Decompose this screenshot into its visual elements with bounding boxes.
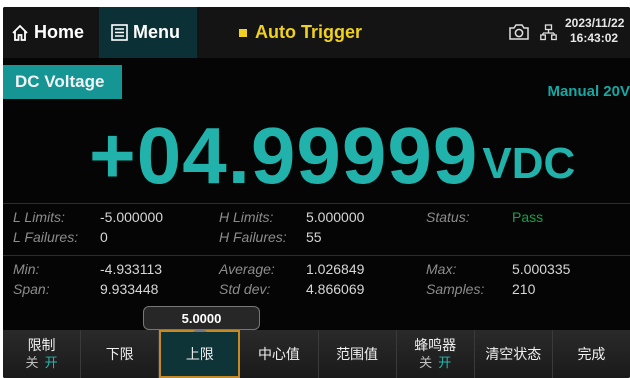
home-tab[interactable]: Home — [3, 7, 99, 58]
max-label: Max: — [426, 261, 457, 277]
stddev-value: 4.866069 — [306, 281, 365, 297]
softkey-clear-status[interactable]: 清空状态 — [474, 330, 553, 378]
max-value: 5.000335 — [512, 261, 571, 277]
softkey-lower-limit[interactable]: 下限 — [81, 330, 160, 378]
toggle-off-label: 关 — [419, 355, 433, 370]
softkey-bar: 限制 关开 下限 上限 中心值 范围值 蜂鸣器 关开 清空状态 完成 — [3, 325, 630, 378]
samples-value: 210 — [512, 281, 536, 297]
softkey-label: 上限 — [185, 346, 214, 362]
softkey-label: 完成 — [577, 346, 606, 362]
average-value: 1.026849 — [306, 261, 365, 277]
statistics-row: Min: Span: -4.933113 9.933448 Average: S… — [3, 255, 630, 304]
date-text: 2023/11/22 — [565, 16, 625, 30]
softkey-label: 限制 — [27, 337, 56, 353]
softkey-beeper-toggle[interactable]: 蜂鸣器 关开 — [396, 330, 475, 378]
range-label[interactable]: Manual 20V — [547, 83, 630, 100]
toggle-on-label: 开 — [438, 355, 452, 370]
h-limits-label: H Limits: — [219, 209, 274, 225]
status-label: Status: — [426, 209, 470, 225]
h-failures-value: 55 — [306, 229, 322, 245]
softkey-center-value[interactable]: 中心值 — [240, 330, 319, 378]
reading-value: +04.99999 — [89, 111, 479, 200]
samples-label: Samples: — [426, 281, 485, 297]
trigger-label: Auto Trigger — [255, 22, 362, 42]
time-text: 16:43:02 — [570, 31, 619, 45]
menu-label: Menu — [133, 22, 180, 42]
toggle-on-label: 开 — [44, 355, 58, 370]
camera-icon[interactable] — [508, 23, 530, 41]
softkey-label: 清空状态 — [485, 346, 542, 362]
dmm-screen: Home Menu Auto Trigger 2023/11/22 16:43:… — [3, 7, 630, 378]
clock: 2023/11/22 16:43:02 — [565, 16, 630, 46]
min-label: Min: — [13, 261, 40, 277]
top-bar: Home Menu Auto Trigger 2023/11/22 16:43:… — [3, 7, 630, 58]
softkey-range-value[interactable]: 范围值 — [318, 330, 397, 378]
network-icon — [540, 24, 557, 41]
span-label: Span: — [13, 281, 50, 297]
limits-stats-row: L Limits: L Failures: -5.000000 0 H Limi… — [3, 203, 630, 252]
l-limits-label: L Limits: — [13, 209, 65, 225]
softkey-label: 中心值 — [257, 346, 300, 362]
function-label[interactable]: DC Voltage — [3, 65, 122, 99]
min-value: -4.933113 — [100, 261, 163, 277]
softkey-upper-limit[interactable]: 上限 — [159, 325, 241, 378]
softkey-limit-toggle[interactable]: 限制 关开 — [3, 330, 82, 378]
span-value: 9.933448 — [100, 281, 159, 297]
menu-icon — [111, 24, 128, 41]
upper-limit-value-tooltip: 5.0000 — [143, 306, 260, 330]
status-value: Pass — [512, 209, 544, 225]
trigger-indicator-icon — [239, 28, 247, 37]
reading-unit: VDC — [482, 139, 576, 188]
toggle-off-label: 关 — [25, 355, 39, 370]
softkey-label: 蜂鸣器 — [414, 337, 457, 353]
trigger-status[interactable]: Auto Trigger — [239, 7, 362, 58]
softkey-label: 范围值 — [336, 346, 379, 362]
l-failures-label: L Failures: — [13, 229, 79, 245]
main-reading: +04.99999 VDC — [89, 107, 575, 197]
limit-toggle-state: 关开 — [26, 354, 58, 372]
h-limits-value: 5.000000 — [306, 209, 365, 225]
l-limits-value: -5.000000 — [100, 209, 164, 225]
menu-tab[interactable]: Menu — [99, 7, 197, 58]
softkey-done[interactable]: 完成 — [552, 330, 630, 378]
beeper-toggle-state: 关开 — [419, 354, 451, 372]
l-failures-value: 0 — [100, 229, 108, 245]
average-label: Average: — [219, 261, 275, 277]
stddev-label: Std dev: — [219, 281, 271, 297]
home-label: Home — [34, 22, 85, 42]
softkey-label: 下限 — [105, 346, 134, 362]
home-icon — [12, 24, 28, 41]
h-failures-label: H Failures: — [219, 229, 287, 245]
